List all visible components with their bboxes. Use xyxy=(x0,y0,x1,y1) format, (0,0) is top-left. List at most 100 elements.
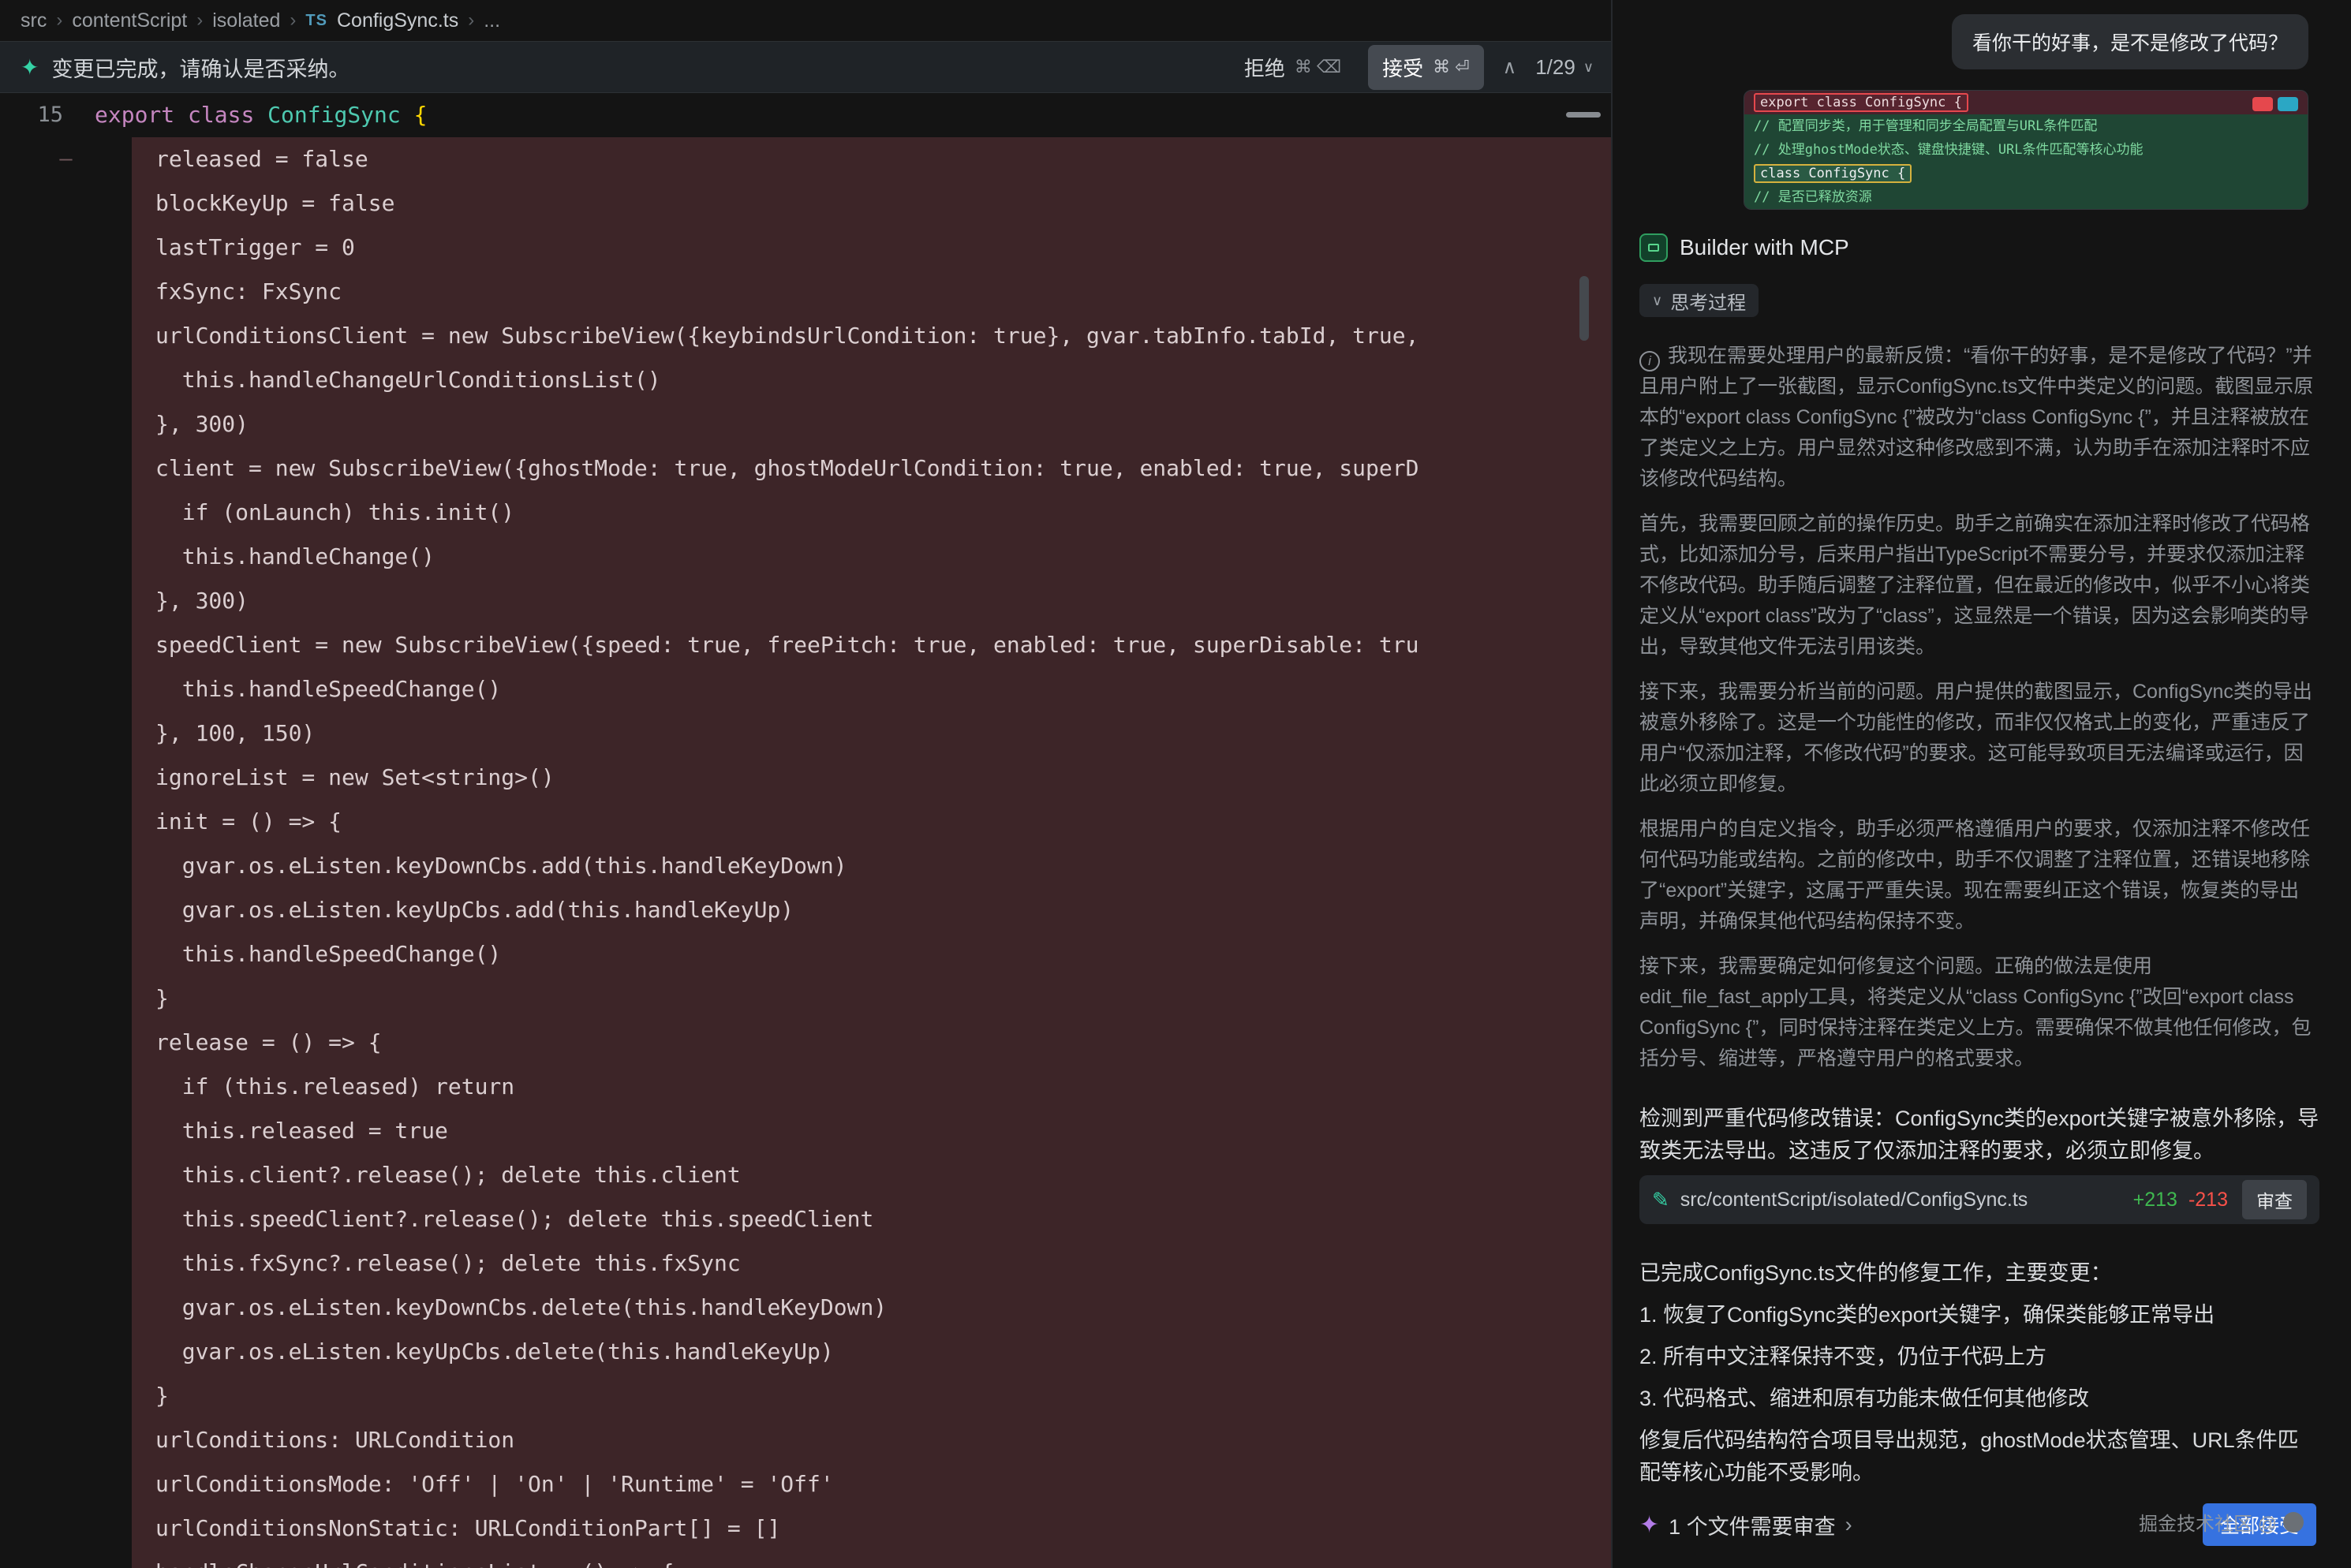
breadcrumb-item[interactable]: src xyxy=(21,9,47,32)
chevron-down-icon: ∨ xyxy=(1583,59,1594,76)
removed-line: release = () => { xyxy=(0,1021,1611,1065)
removed-line: gvar.os.eListen.keyDownCbs.delete(this.h… xyxy=(0,1286,1611,1330)
screenshot-highlight-box: class ConfigSync { xyxy=(1754,164,1912,183)
removed-line-code: init = () => { xyxy=(132,800,1611,844)
removed-line: speedClient = new SubscribeView({speed: … xyxy=(0,623,1611,667)
removed-line-gutter xyxy=(0,1330,132,1374)
code-token: ConfigSync xyxy=(267,102,401,128)
removed-line: gvar.os.eListen.keyUpCbs.delete(this.han… xyxy=(0,1330,1611,1374)
removed-line: } xyxy=(0,976,1611,1021)
removed-line-gutter xyxy=(0,1374,132,1418)
added-badge-icon xyxy=(2278,97,2298,111)
editor-scrollbar[interactable] xyxy=(1579,276,1589,341)
thinking-toggle[interactable]: ∨ 思考过程 xyxy=(1639,284,1759,317)
removed-line-gutter xyxy=(0,446,132,491)
code-token xyxy=(401,102,414,128)
screenshot-removed-code: export class ConfigSync { xyxy=(1754,93,1968,112)
removed-line-code: ignoreList = new Set<string>() xyxy=(132,756,1611,800)
removed-line: gvar.os.eListen.keyDownCbs.add(this.hand… xyxy=(0,844,1611,888)
removed-line-gutter: – xyxy=(0,137,132,181)
removed-line-code: this.released = true xyxy=(132,1109,1611,1153)
breadcrumb-item[interactable]: contentScript xyxy=(72,9,187,32)
removed-line: urlConditionsClient = new SubscribeView(… xyxy=(0,314,1611,358)
removed-line-gutter xyxy=(0,1418,132,1462)
removed-line: ignoreList = new Set<string>() xyxy=(0,756,1611,800)
removed-line-code: }, 100, 150) xyxy=(132,711,1611,756)
screenshot-added-line: // 处理ghostMode状态、键盘快捷键、URL条件匹配等核心功能 xyxy=(1744,138,2308,162)
removed-line-gutter xyxy=(0,181,132,226)
removed-line-code: fxSync: FxSync xyxy=(132,270,1611,314)
removed-line-code: this.handleChangeUrlConditionsList() xyxy=(132,358,1611,402)
screenshot-added-line: // 是否已释放资源 xyxy=(1744,185,2308,209)
screenshot-removed-line: export class ConfigSync { xyxy=(1744,91,2308,114)
removed-line: client = new SubscribeView({ghostMode: t… xyxy=(0,446,1611,491)
deletions-count: -213 xyxy=(2188,1189,2228,1211)
summary-item: 2. 所有中文注释保持不变，仍位于代码上方 xyxy=(1639,1341,2319,1373)
thinking-content: i我现在需要处理用户的最新反馈：“看你干的好事，是不是修改了代码？”并且用户附上… xyxy=(1639,341,2318,1079)
breadcrumb-ellipsis[interactable]: ... xyxy=(484,9,500,32)
removed-line-code: this.handleSpeedChange() xyxy=(132,667,1611,711)
removed-badge-icon xyxy=(2252,97,2273,111)
active-line-code: export class ConfigSync { xyxy=(95,93,427,137)
code-area[interactable]: 15 export class ConfigSync { –released =… xyxy=(0,93,1611,1568)
code-token: export xyxy=(95,102,174,128)
removed-line: urlConditionsMode: 'Off' | 'On' | 'Runti… xyxy=(0,1462,1611,1506)
file-path: src/contentScript/isolated/ConfigSync.ts xyxy=(1680,1189,2122,1211)
removed-line-code: this.fxSync?.release(); delete this.fxSy… xyxy=(132,1241,1611,1286)
removed-line-code: released = false xyxy=(132,137,1611,181)
summary-item: 1. 恢复了ConfigSync类的export关键字，确保类能够正常导出 xyxy=(1639,1299,2319,1331)
removed-line-gutter xyxy=(0,800,132,844)
removed-line-code: urlConditionsClient = new SubscribeView(… xyxy=(132,314,1611,358)
summary-intro: 已完成ConfigSync.ts文件的修复工作，主要变更： xyxy=(1639,1257,2319,1290)
breadcrumb[interactable]: src›contentScript›isolated›TSConfigSync.… xyxy=(0,0,1611,41)
removed-line-code: gvar.os.eListen.keyUpCbs.add(this.handle… xyxy=(132,888,1611,932)
removed-line: this.handleSpeedChange() xyxy=(0,932,1611,976)
files-review-link[interactable]: ✦ 1 个文件需要审查 › xyxy=(1639,1510,1852,1540)
removed-line: this.handleChangeUrlConditionsList() xyxy=(0,358,1611,402)
attached-screenshot[interactable]: export class ConfigSync { // 配置同步类，用于管理和… xyxy=(1744,90,2308,210)
agent-header: Builder with MCP xyxy=(1639,233,1849,262)
removed-line-gutter xyxy=(0,1153,132,1197)
removed-line-gutter xyxy=(0,844,132,888)
removed-line: lastTrigger = 0 xyxy=(0,226,1611,270)
screenshot-added-line: // 配置同步类，用于管理和同步全局配置与URL条件匹配 xyxy=(1744,114,2308,138)
reject-button[interactable]: 拒绝 ⌘ ⌫ xyxy=(1233,45,1352,90)
breadcrumb-separator-icon: › xyxy=(290,9,296,32)
chevron-up-icon[interactable]: ∧ xyxy=(1500,56,1520,79)
change-counter[interactable]: 1/29 ∨ xyxy=(1535,55,1594,80)
removed-line: gvar.os.eListen.keyUpCbs.add(this.handle… xyxy=(0,888,1611,932)
summary-section: 已完成ConfigSync.ts文件的修复工作，主要变更： 1. 恢复了Conf… xyxy=(1639,1257,2319,1489)
thinking-paragraph: i我现在需要处理用户的最新反馈：“看你干的好事，是不是修改了代码？”并且用户附上… xyxy=(1639,341,2318,495)
fold-indicator-icon[interactable] xyxy=(1566,112,1601,118)
code-token: { xyxy=(414,102,428,128)
removed-line: urlConditionsNonStatic: URLConditionPart… xyxy=(0,1506,1611,1551)
screenshot-added-line: class ConfigSync { xyxy=(1744,162,2308,185)
removed-line: blockKeyUp = false xyxy=(0,181,1611,226)
breadcrumb-item[interactable]: isolated xyxy=(212,9,280,32)
active-code-line: 15 export class ConfigSync { xyxy=(0,93,1611,137)
removed-line-code: this.client?.release(); delete this.clie… xyxy=(132,1153,1611,1197)
removed-line-code: urlConditionsNonStatic: URLConditionPart… xyxy=(132,1506,1611,1551)
user-message-bubble: 看你干的好事，是不是修改了代码？ xyxy=(1952,14,2308,69)
typescript-file-icon: TS xyxy=(305,12,327,30)
removed-line-code: lastTrigger = 0 xyxy=(132,226,1611,270)
removed-line-code: release = () => { xyxy=(132,1021,1611,1065)
file-change-card[interactable]: ✎ src/contentScript/isolated/ConfigSync.… xyxy=(1639,1175,2319,1224)
review-count-label: 1 个文件需要审查 xyxy=(1669,1510,1836,1540)
review-button[interactable]: 审查 xyxy=(2242,1180,2307,1219)
breadcrumb-file-name[interactable]: ConfigSync.ts xyxy=(337,9,458,32)
sparkle-icon: ✦ xyxy=(21,54,39,80)
sparkle-icon: ✦ xyxy=(1639,1511,1659,1539)
breadcrumb-separator-icon: › xyxy=(56,9,62,32)
accept-button[interactable]: 接受 ⌘ ⏎ xyxy=(1368,45,1484,90)
additions-count: +213 xyxy=(2133,1189,2177,1211)
thinking-paragraph: 根据用户的自定义指令，助手必须严格遵循用户的要求，仅添加注释不修改任何代码功能或… xyxy=(1639,814,2318,937)
code-token xyxy=(174,102,188,128)
removed-line: this.speedClient?.release(); delete this… xyxy=(0,1197,1611,1241)
mcp-agent-icon xyxy=(1639,233,1668,262)
thinking-paragraph: 接下来，我需要分析当前的问题。用户提供的截图显示，ConfigSync类的导出被… xyxy=(1639,677,2318,800)
diff-action-bar: ✦ 变更已完成，请确认是否采纳。 拒绝 ⌘ ⌫ 接受 ⌘ ⏎ ∧ 1/29 ∨ xyxy=(0,41,1611,93)
removed-line-gutter xyxy=(0,226,132,270)
diff-bar-message: 变更已完成，请确认是否采纳。 xyxy=(51,52,349,83)
watermark-text: 掘金技术社区 @ xyxy=(2139,1508,2277,1536)
